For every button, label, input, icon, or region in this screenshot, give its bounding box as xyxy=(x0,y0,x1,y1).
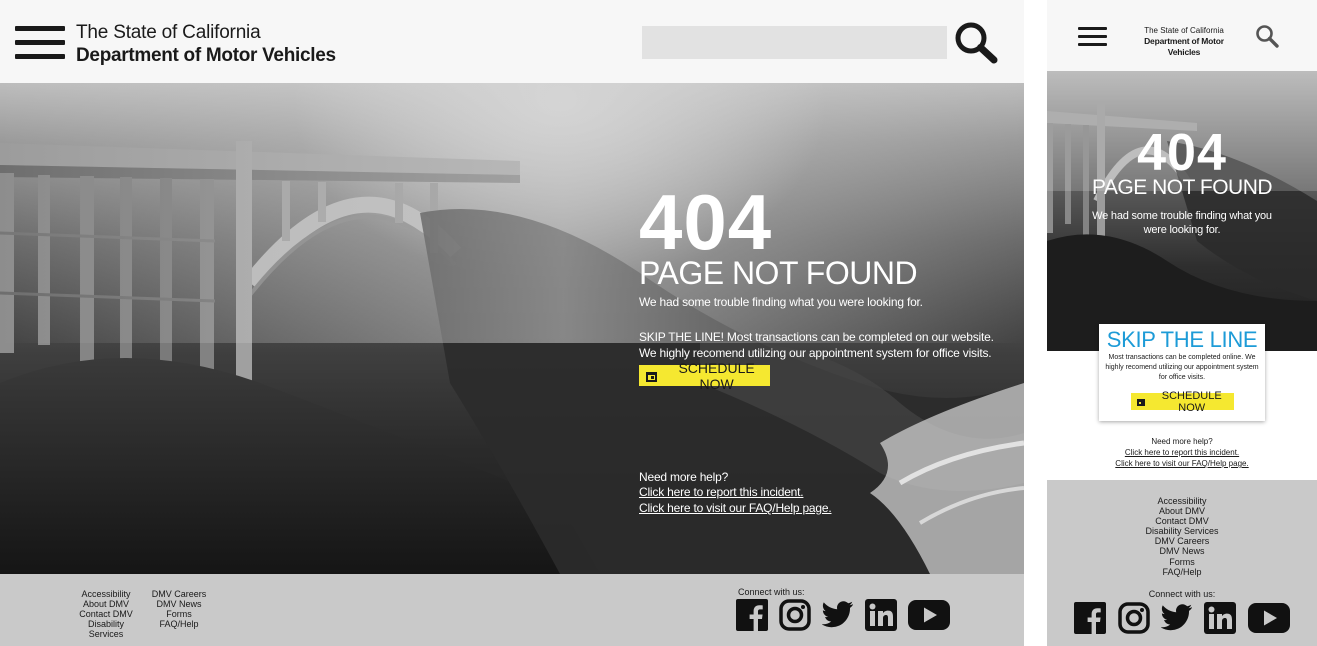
error-code: 404 xyxy=(1137,124,1227,182)
footer-link-about-dmv[interactable]: About DMV xyxy=(1132,506,1232,516)
faq-help-link[interactable]: Click here to visit our FAQ/Help page. xyxy=(1047,458,1317,469)
help-title: Need more help? xyxy=(639,470,729,484)
linkedin-icon[interactable] xyxy=(1204,602,1236,639)
youtube-icon[interactable] xyxy=(1248,602,1290,639)
calendar-icon xyxy=(646,370,658,382)
mobile-view: The State of California Department of Mo… xyxy=(1047,0,1317,646)
linkedin-icon[interactable] xyxy=(865,599,897,636)
footer-links: Accessibility About DMV Contact DMV Disa… xyxy=(1132,496,1232,577)
facebook-icon[interactable] xyxy=(736,599,768,636)
help-section: Need more help? Click here to report thi… xyxy=(1047,436,1317,469)
error-title: PAGE NOT FOUND xyxy=(639,255,918,291)
mobile-header: The State of California Department of Mo… xyxy=(1047,0,1317,71)
schedule-now-button[interactable]: SCHEDULE NOW xyxy=(639,360,770,392)
facebook-icon[interactable] xyxy=(1074,602,1106,639)
site-logo[interactable]: The State of California Department of Mo… xyxy=(76,21,336,68)
error-message: We had some trouble finding what you wer… xyxy=(639,295,923,309)
footer-link-contact-dmv[interactable]: Contact DMV xyxy=(70,609,142,619)
footer-link-faq-help[interactable]: FAQ/Help xyxy=(1132,567,1232,577)
site-header: The State of California Department of Mo… xyxy=(0,0,1024,83)
schedule-now-label: SCHEDULE NOW xyxy=(1161,389,1222,414)
search-icon[interactable] xyxy=(954,22,998,64)
connect-label: Connect with us: xyxy=(1148,589,1216,599)
page: The State of California Department of Mo… xyxy=(0,0,1317,646)
department-name: Department of Motor Vehicles xyxy=(1144,36,1224,57)
footer-link-forms[interactable]: Forms xyxy=(148,609,210,619)
schedule-now-button[interactable]: SCHEDULE NOW xyxy=(1131,390,1234,414)
footer-link-contact-dmv[interactable]: Contact DMV xyxy=(1132,516,1232,526)
faq-help-link[interactable]: Click here to visit our FAQ/Help page. xyxy=(639,500,832,516)
schedule-now-label: SCHEDULE NOW xyxy=(678,359,755,392)
footer-links-column-2: DMV Careers DMV News Forms FAQ/Help xyxy=(148,589,210,629)
search-input[interactable] xyxy=(642,26,947,59)
report-incident-link[interactable]: Click here to report this incident. xyxy=(1047,447,1317,458)
site-footer: Accessibility About DMV Contact DMV Disa… xyxy=(0,574,1024,646)
error-title: PAGE NOT FOUND xyxy=(1091,176,1273,199)
footer-link-dmv-careers[interactable]: DMV Careers xyxy=(1132,536,1232,546)
footer-link-forms[interactable]: Forms xyxy=(1132,557,1232,567)
footer-link-accessibility[interactable]: Accessibility xyxy=(1132,496,1232,506)
footer-link-disability-services[interactable]: Disability Services xyxy=(70,619,142,639)
error-message: We had some trouble finding what you wer… xyxy=(1092,210,1272,236)
desktop-view: The State of California Department of Mo… xyxy=(0,0,1024,646)
skip-the-line-title: SKIP THE LINE xyxy=(1106,327,1258,352)
footer-link-faq-help[interactable]: FAQ/Help xyxy=(148,619,210,629)
footer-link-accessibility[interactable]: Accessibility xyxy=(70,589,142,599)
search-icon[interactable] xyxy=(1255,24,1279,48)
instagram-icon[interactable] xyxy=(1118,602,1150,639)
site-logo[interactable]: The State of California Department of Mo… xyxy=(1129,26,1239,58)
twitter-icon[interactable] xyxy=(1160,604,1193,637)
skip-the-line-card: SKIP THE LINE Most transactions can be c… xyxy=(1099,324,1265,421)
twitter-icon[interactable] xyxy=(821,601,854,634)
calendar-icon xyxy=(1137,397,1146,406)
menu-icon[interactable] xyxy=(15,26,65,60)
footer-link-disability-services[interactable]: Disability Services xyxy=(1132,526,1232,536)
footer-link-dmv-news[interactable]: DMV News xyxy=(148,599,210,609)
mobile-footer: Accessibility About DMV Contact DMV Disa… xyxy=(1047,480,1317,646)
skip-line-text: SKIP THE LINE! Most transactions can be … xyxy=(639,330,994,344)
report-incident-link[interactable]: Click here to report this incident. xyxy=(639,484,804,500)
hero-section: 404 PAGE NOT FOUND We had some trouble f… xyxy=(0,83,1024,574)
department-name: Department of Motor Vehicles xyxy=(76,45,336,66)
state-name: The State of California xyxy=(1144,26,1224,35)
footer-links-column-1: Accessibility About DMV Contact DMV Disa… xyxy=(70,589,142,639)
footer-link-dmv-news[interactable]: DMV News xyxy=(1132,546,1232,556)
skip-the-line-body: Most transactions can be completed onlin… xyxy=(1105,354,1259,381)
state-name: The State of California xyxy=(76,22,261,43)
connect-label: Connect with us: xyxy=(738,587,805,597)
youtube-icon[interactable] xyxy=(908,599,950,636)
error-code: 404 xyxy=(639,178,773,266)
footer-link-about-dmv[interactable]: About DMV xyxy=(70,599,142,609)
footer-link-dmv-careers[interactable]: DMV Careers xyxy=(148,589,210,599)
menu-icon[interactable] xyxy=(1078,27,1107,46)
instagram-icon[interactable] xyxy=(779,599,811,636)
help-title: Need more help? xyxy=(1151,437,1213,446)
